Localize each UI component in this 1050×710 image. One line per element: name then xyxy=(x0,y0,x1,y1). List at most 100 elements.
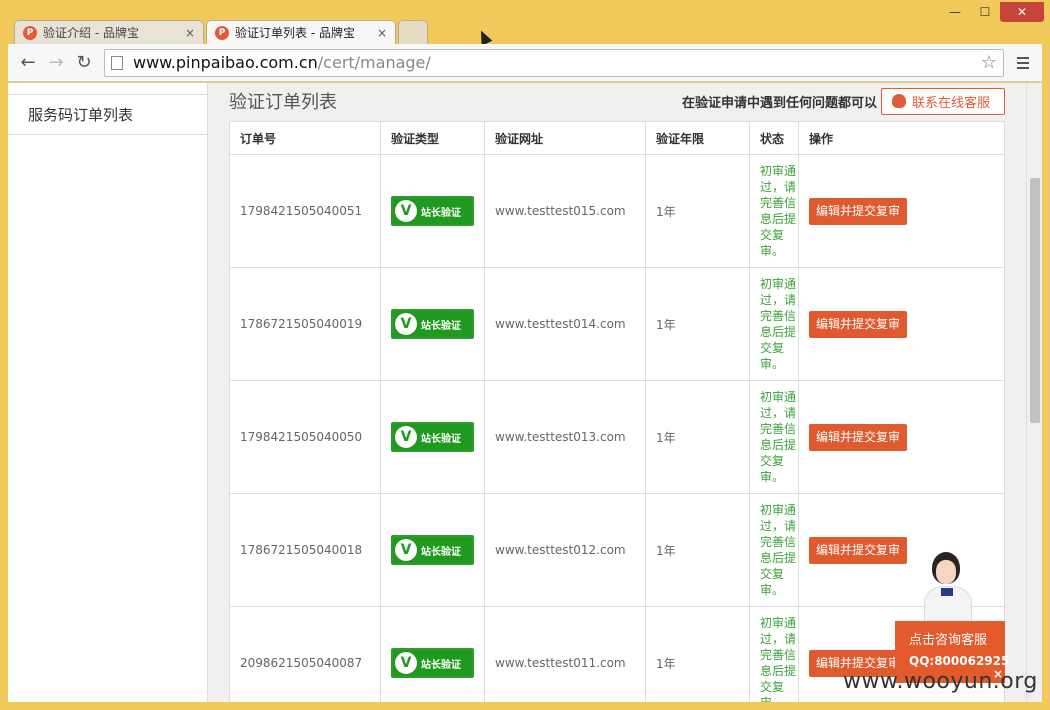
tab-order-list[interactable]: P 验证订单列表 - 品牌宝 × xyxy=(206,20,396,44)
webmaster-verified-badge: V 站长验证 xyxy=(391,535,474,565)
table-row: 1798421505040051 V 站长验证 www.testtest015.c… xyxy=(229,154,1005,268)
table-row: 1786721505040019 V 站长验证 www.testtest014.c… xyxy=(229,267,1005,381)
tab-strip: P 验证介绍 - 品牌宝 × P 验证订单列表 - 品牌宝 × xyxy=(14,20,430,44)
tab-cert-intro[interactable]: P 验证介绍 - 品牌宝 × xyxy=(14,20,204,44)
cert-years: 1年 xyxy=(645,380,750,494)
badge-label: 站长验证 xyxy=(421,433,461,445)
status-cell: 初审通过，请完善信息后提交复审。 xyxy=(749,154,799,268)
webmaster-verified-badge: V 站长验证 xyxy=(391,422,474,452)
cert-url: www.testtest014.com xyxy=(484,267,646,381)
status-text: 初审通过，请完善信息后提交复审。 xyxy=(760,616,797,702)
v-check-icon: V xyxy=(395,426,417,448)
badge-label: 站长验证 xyxy=(421,320,461,332)
tab-close-icon[interactable]: × xyxy=(377,26,387,40)
contact-support-button[interactable]: 联系在线客服 xyxy=(880,87,1005,115)
site-favicon-icon: P xyxy=(23,25,37,40)
forward-arrow-icon[interactable]: → xyxy=(42,49,70,77)
status-text: 初审通过，请完善信息后提交复审。 xyxy=(760,390,797,484)
cert-years: 1年 xyxy=(645,493,750,607)
tab-close-icon[interactable]: × xyxy=(185,26,195,40)
new-tab-button[interactable] xyxy=(398,20,428,44)
orders-table: 订单号 验证类型 验证网址 验证年限 状态 操作 179842150504005… xyxy=(229,121,1005,702)
sidebar-item-service-code-orders[interactable]: 服务码订单列表 xyxy=(8,95,207,135)
status-text: 初审通过，请完善信息后提交复审。 xyxy=(760,164,797,258)
address-bar[interactable]: www.pinpaibao.com.cn/cert/manage/ ☆ xyxy=(104,48,1004,77)
header-cert-years: 验证年限 xyxy=(645,121,750,155)
cert-type-cell: V 站长验证 xyxy=(380,380,485,494)
webmaster-verified-badge: V 站长验证 xyxy=(391,196,474,226)
page-icon xyxy=(111,55,123,70)
edit-submit-review-button[interactable]: 编辑并提交复审 xyxy=(809,310,908,338)
badge-label: 站长验证 xyxy=(421,207,461,219)
help-text: 在验证申请中遇到任何问题都可以 xyxy=(681,95,877,111)
contact-support-label: 联系在线客服 xyxy=(911,95,990,111)
bookmark-star-icon[interactable]: ☆ xyxy=(981,52,997,73)
service-agent-avatar xyxy=(920,552,976,628)
qq-penguin-icon xyxy=(891,94,906,108)
qq-label: QQ: xyxy=(909,654,935,668)
cert-type-cell: V 站长验证 xyxy=(380,267,485,381)
tab-title: 验证介绍 - 品牌宝 xyxy=(43,26,139,40)
back-arrow-icon[interactable]: ← xyxy=(14,49,42,77)
cert-url: www.testtest011.com xyxy=(484,606,646,702)
edit-submit-review-button[interactable]: 编辑并提交复审 xyxy=(809,197,908,225)
minimize-button[interactable]: — xyxy=(940,2,970,22)
status-cell: 初审通过，请完善信息后提交复审。 xyxy=(749,493,799,607)
order-number: 1786721505040019 xyxy=(229,267,381,381)
cert-years: 1年 xyxy=(645,606,750,702)
cert-type-cell: V 站长验证 xyxy=(380,606,485,702)
page-title: 验证订单列表 xyxy=(229,92,337,113)
status-cell: 初审通过，请完善信息后提交复审。 xyxy=(749,606,799,702)
badge-label: 站长验证 xyxy=(421,546,461,558)
order-number: 2098621505040087 xyxy=(229,606,381,702)
customer-service-widget[interactable]: 点击咨询客服 QQ:800062925 × xyxy=(895,548,1009,688)
v-check-icon: V xyxy=(395,539,417,561)
cert-years: 1年 xyxy=(645,154,750,268)
edit-submit-review-button[interactable]: 编辑并提交复审 xyxy=(809,536,908,564)
v-check-icon: V xyxy=(395,652,417,674)
maximize-button[interactable]: ☐ xyxy=(970,2,1000,22)
status-cell: 初审通过，请完善信息后提交复审。 xyxy=(749,380,799,494)
cert-type-cell: V 站长验证 xyxy=(380,154,485,268)
vertical-scrollbar[interactable] xyxy=(1026,83,1042,702)
status-cell: 初审通过，请完善信息后提交复审。 xyxy=(749,267,799,381)
browser-window: — ☐ ✕ P 验证介绍 - 品牌宝 × P 验证订单列表 - 品牌宝 × ← … xyxy=(0,0,1050,710)
sidebar: 服务码订单列表 xyxy=(8,83,208,702)
v-check-icon: V xyxy=(395,200,417,222)
header-order-no: 订单号 xyxy=(229,121,381,155)
header-cert-url: 验证网址 xyxy=(484,121,646,155)
sidebar-item-partial[interactable] xyxy=(8,83,207,95)
v-check-icon: V xyxy=(395,313,417,335)
table-row: 1786721505040018 V 站长验证 www.testtest012.c… xyxy=(229,493,1005,607)
webmaster-verified-badge: V 站长验证 xyxy=(391,648,474,678)
cert-url: www.testtest013.com xyxy=(484,380,646,494)
order-number: 1798421505040050 xyxy=(229,380,381,494)
cert-years: 1年 xyxy=(645,267,750,381)
header-actions: 操作 xyxy=(798,121,1005,155)
url-path: /cert/manage/ xyxy=(317,53,431,72)
page-viewport: 服务码订单列表 验证订单列表 在验证申请中遇到任何问题都可以 联系在线客服 订单… xyxy=(8,83,1042,702)
status-text: 初审通过，请完善信息后提交复审。 xyxy=(760,503,797,597)
url-host: www.pinpaibao.com.cn xyxy=(133,53,318,72)
cert-url: www.testtest015.com xyxy=(484,154,646,268)
cert-url: www.testtest012.com xyxy=(484,493,646,607)
site-favicon-icon: P xyxy=(215,25,229,40)
browser-toolbar: ← → ↻ www.pinpaibao.com.cn/cert/manage/ … xyxy=(8,44,1042,82)
edit-submit-review-button[interactable]: 编辑并提交复审 xyxy=(809,423,908,451)
action-cell: 编辑并提交复审 xyxy=(798,154,1005,268)
close-window-button[interactable]: ✕ xyxy=(1000,2,1044,22)
action-cell: 编辑并提交复审 xyxy=(798,380,1005,494)
badge-label: 站长验证 xyxy=(421,659,461,671)
menu-hamburger-icon[interactable] xyxy=(1010,49,1036,77)
action-cell: 编辑并提交复审 xyxy=(798,267,1005,381)
cert-type-cell: V 站长验证 xyxy=(380,493,485,607)
service-qq-line: QQ:800062925 xyxy=(909,654,1009,668)
reload-icon[interactable]: ↻ xyxy=(70,49,98,77)
status-text: 初审通过，请完善信息后提交复审。 xyxy=(760,277,797,371)
table-header-row: 订单号 验证类型 验证网址 验证年限 状态 操作 xyxy=(229,121,1005,155)
table-row: 1798421505040050 V 站长验证 www.testtest013.c… xyxy=(229,380,1005,494)
watermark: www.wooyun.org xyxy=(843,669,1038,694)
webmaster-verified-badge: V 站长验证 xyxy=(391,309,474,339)
header-status: 状态 xyxy=(749,121,799,155)
scrollbar-thumb[interactable] xyxy=(1030,178,1040,423)
